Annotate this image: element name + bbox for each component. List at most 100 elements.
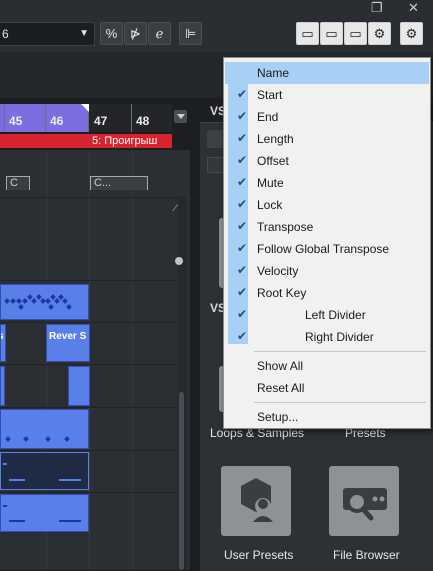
- gear-icon: ⚙: [373, 25, 386, 41]
- menu-item-length[interactable]: ✔ Length: [225, 128, 429, 150]
- ruler-bar-number: 47: [94, 114, 108, 128]
- menu-item-root-key[interactable]: ✔ Root Key: [225, 282, 429, 304]
- lower-zone-icon: ▭: [325, 25, 338, 41]
- menu-item-show-all[interactable]: Show All: [225, 355, 429, 377]
- audio-event[interactable]: Rever S: [46, 324, 90, 362]
- menu-item-velocity[interactable]: ✔ Velocity: [225, 260, 429, 282]
- window-restore-button[interactable]: ❐: [371, 0, 383, 16]
- menu-item-label: Mute: [257, 176, 284, 190]
- menu-item-transpose[interactable]: ✔ Transpose: [225, 216, 429, 238]
- chord-event[interactable]: C: [6, 176, 30, 190]
- close-icon: ✕: [408, 0, 419, 15]
- vertical-zoom-slider[interactable]: [175, 257, 183, 265]
- edit-button[interactable]: ℯ: [148, 22, 171, 45]
- menu-item-name[interactable]: Name: [225, 62, 429, 84]
- note: [45, 436, 51, 442]
- user-presets-tile[interactable]: [221, 466, 291, 536]
- audio-event[interactable]: s: [0, 324, 6, 362]
- note: [64, 436, 70, 442]
- menu-item-end[interactable]: ✔ End: [225, 106, 429, 128]
- checkmark-icon: ✔: [237, 153, 248, 167]
- quantize-button[interactable]: %: [100, 22, 123, 45]
- grid-line: [132, 150, 133, 570]
- lower-zone-toggle[interactable]: ▭: [320, 22, 343, 45]
- edit-icon: ℯ: [155, 25, 164, 41]
- window-close-button[interactable]: ✕: [408, 0, 419, 16]
- menu-item-label: Left Divider: [305, 308, 366, 322]
- chord-event[interactable]: C...: [90, 176, 148, 190]
- note: [9, 479, 25, 481]
- columns-context-menu: Name ✔ Start ✔ End ✔ Length ✔ Offset ✔ M…: [223, 57, 431, 429]
- midi-part[interactable]: [0, 494, 89, 532]
- file-browser-tile[interactable]: [329, 466, 399, 536]
- menu-item-setup[interactable]: Setup...: [225, 406, 429, 428]
- checkmark-icon: ✔: [237, 307, 248, 321]
- checkmark-icon: ✔: [237, 109, 248, 123]
- menu-separator: [254, 351, 426, 352]
- track-divider: [0, 280, 178, 281]
- note: [45, 298, 51, 304]
- checkmark-icon: ✔: [237, 329, 248, 343]
- audio-event[interactable]: [0, 366, 5, 406]
- midi-part[interactable]: [0, 284, 89, 320]
- menu-item-mute[interactable]: ✔ Mute: [225, 172, 429, 194]
- event-name: Rever S: [49, 331, 87, 342]
- note: [31, 298, 37, 304]
- toolbar-combo-value: 6: [2, 27, 9, 41]
- track-divider: [0, 197, 178, 198]
- ruler-options-button[interactable]: [174, 110, 187, 123]
- menu-item-offset[interactable]: ✔ Offset: [225, 150, 429, 172]
- note: [3, 505, 7, 507]
- marker-label: 5: Проигрыш: [92, 135, 158, 147]
- menu-item-lock[interactable]: ✔ Lock: [225, 194, 429, 216]
- note: [18, 304, 24, 310]
- track-divider: [0, 407, 178, 408]
- checkmark-icon: ✔: [237, 263, 248, 277]
- right-zone-icon: ▭: [349, 25, 362, 41]
- scrollbar-thumb[interactable]: [179, 392, 184, 570]
- track-divider: [0, 492, 178, 493]
- automation-button[interactable]: ⋫: [124, 22, 147, 45]
- quantize-icon: %: [105, 26, 118, 41]
- automation-icon: ⋫: [130, 25, 141, 41]
- ruler-tick: [45, 104, 46, 132]
- user-presets-icon: [241, 478, 273, 522]
- settings-button[interactable]: ⚙: [400, 22, 423, 45]
- cycle-end-marker[interactable]: [81, 104, 89, 112]
- track-divider: [0, 364, 178, 365]
- restore-icon: ❐: [371, 0, 383, 15]
- note: [23, 436, 29, 442]
- note: [54, 298, 60, 304]
- ruler-bar-number: 48: [136, 114, 150, 128]
- right-zone-toggle[interactable]: ▭: [344, 22, 367, 45]
- checkmark-icon: ✔: [237, 285, 248, 299]
- menu-item-label: Name: [257, 66, 290, 80]
- audio-event[interactable]: [68, 366, 90, 406]
- menu-item-label: Follow Global Transpose: [257, 242, 390, 256]
- chord-label: C...: [94, 177, 112, 189]
- midi-part[interactable]: [0, 409, 89, 449]
- menu-item-follow-global-transpose[interactable]: ✔ Follow Global Transpose: [225, 238, 429, 260]
- file-browser-label[interactable]: File Browser: [333, 548, 400, 562]
- midi-part-selected[interactable]: [0, 452, 89, 490]
- left-zone-toggle[interactable]: ▭: [296, 22, 319, 45]
- menu-item-label: Reset All: [257, 381, 305, 395]
- menu-item-start[interactable]: ✔ Start: [225, 84, 429, 106]
- menu-item-left-divider[interactable]: ✔ Left Divider: [225, 304, 429, 326]
- checkmark-icon: ✔: [237, 241, 248, 255]
- menu-item-label: Length: [257, 132, 294, 146]
- vertical-scrollbar[interactable]: [178, 196, 186, 570]
- toolbar-combo[interactable]: 6 ▼: [0, 22, 95, 46]
- user-presets-label[interactable]: User Presets: [224, 548, 293, 562]
- gear-icon: ⚙: [405, 25, 418, 41]
- align-button[interactable]: ⊫: [179, 22, 202, 45]
- chevron-down-icon: ▼: [79, 28, 89, 39]
- menu-item-reset-all[interactable]: Reset All: [225, 377, 429, 399]
- checkmark-icon: ✔: [237, 219, 248, 233]
- menu-item-right-divider[interactable]: ✔ Right Divider: [225, 326, 429, 348]
- menu-item-label: Setup...: [257, 410, 299, 424]
- menu-item-label: Lock: [257, 198, 283, 212]
- checkmark-icon: ✔: [237, 131, 248, 145]
- note: [5, 436, 11, 442]
- window-layout-setup-button[interactable]: ⚙: [368, 22, 391, 45]
